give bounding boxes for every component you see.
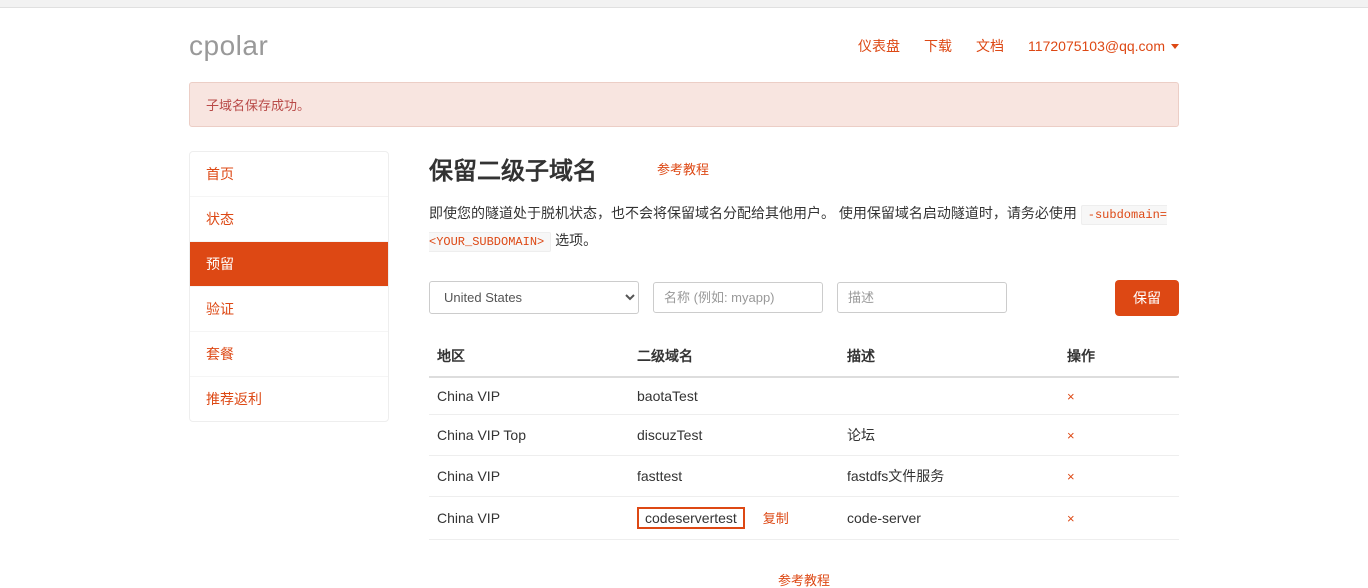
- delete-button[interactable]: ×: [1067, 469, 1075, 484]
- th-region: 地区: [429, 336, 629, 377]
- delete-button[interactable]: ×: [1067, 428, 1075, 443]
- nav-user-menu[interactable]: 1172075103@qq.com: [1028, 36, 1179, 56]
- sidebar-item-verify[interactable]: 验证: [190, 287, 388, 332]
- cell-region: China VIP: [429, 496, 629, 539]
- cell-subdomain: baotaTest: [629, 377, 839, 415]
- delete-button[interactable]: ×: [1067, 389, 1075, 404]
- caret-down-icon: [1171, 44, 1179, 49]
- sidebar-item-plan[interactable]: 套餐: [190, 332, 388, 377]
- tutorial-link[interactable]: 参考教程: [657, 159, 709, 178]
- desc-pre: 即使您的隧道处于脱机状态，也不会将保留域名分配给其他用户。 使用保留域名启动隧道…: [429, 205, 1081, 221]
- brand-logo[interactable]: cpolar: [189, 30, 268, 62]
- table-row: China VIP fasttest fastdfs文件服务 ×: [429, 455, 1179, 496]
- reserve-button[interactable]: 保留: [1115, 280, 1179, 316]
- nav-dashboard[interactable]: 仪表盘: [858, 36, 900, 56]
- sidebar: 首页 状态 预留 验证 套餐 推荐返利: [189, 151, 389, 422]
- main-content: 保留二级子域名 参考教程 即使您的隧道处于脱机状态，也不会将保留域名分配给其他用…: [429, 151, 1179, 588]
- delete-button[interactable]: ×: [1067, 511, 1075, 526]
- page-description: 即使您的隧道处于脱机状态，也不会将保留域名分配给其他用户。 使用保留域名启动隧道…: [429, 200, 1179, 254]
- subdomain-name-input[interactable]: [653, 282, 823, 313]
- desc-post: 选项。: [551, 232, 597, 248]
- table-row: China VIP Top discuzTest 论坛 ×: [429, 414, 1179, 455]
- subdomain-desc-input[interactable]: [837, 282, 1007, 313]
- title-row: 保留二级子域名 参考教程: [429, 151, 1179, 186]
- nav-docs[interactable]: 文档: [976, 36, 1004, 56]
- sidebar-item-referral[interactable]: 推荐返利: [190, 377, 388, 421]
- cell-desc: [839, 377, 1059, 415]
- page-container: cpolar 仪表盘 下载 文档 1172075103@qq.com 子域名保存…: [189, 8, 1179, 588]
- reserved-table: 地区 二级域名 描述 操作 China VIP baotaTest × Chin…: [429, 336, 1179, 540]
- th-action: 操作: [1059, 336, 1179, 377]
- page-title: 保留二级子域名: [429, 151, 597, 186]
- table-header-row: 地区 二级域名 描述 操作: [429, 336, 1179, 377]
- region-select[interactable]: United States: [429, 281, 639, 314]
- header: cpolar 仪表盘 下载 文档 1172075103@qq.com: [189, 8, 1179, 82]
- nav-user-email: 1172075103@qq.com: [1028, 38, 1165, 54]
- cell-region: China VIP: [429, 455, 629, 496]
- success-alert: 子域名保存成功。: [189, 82, 1179, 127]
- copy-link[interactable]: 复制: [763, 511, 789, 526]
- th-subdomain: 二级域名: [629, 336, 839, 377]
- reserve-form: United States 保留: [429, 280, 1179, 316]
- sidebar-item-reserved[interactable]: 预留: [190, 242, 388, 287]
- cell-region: China VIP: [429, 377, 629, 415]
- cell-subdomain: fasttest: [629, 455, 839, 496]
- table-row: China VIP codeservertest 复制 code-server …: [429, 496, 1179, 539]
- table-row: China VIP baotaTest ×: [429, 377, 1179, 415]
- highlighted-subdomain: codeservertest: [637, 507, 745, 529]
- main-layout: 首页 状态 预留 验证 套餐 推荐返利 保留二级子域名 参考教程 即使您的隧道处…: [189, 151, 1179, 588]
- nav-download[interactable]: 下载: [924, 36, 952, 56]
- bottom-tutorial-link[interactable]: 参考教程: [429, 570, 1179, 588]
- cell-desc: 论坛: [839, 414, 1059, 455]
- top-nav: 仪表盘 下载 文档 1172075103@qq.com: [858, 36, 1179, 56]
- sidebar-item-home[interactable]: 首页: [190, 152, 388, 197]
- sidebar-item-status[interactable]: 状态: [190, 197, 388, 242]
- cell-subdomain: discuzTest: [629, 414, 839, 455]
- cell-subdomain: codeservertest 复制: [629, 496, 839, 539]
- cell-region: China VIP Top: [429, 414, 629, 455]
- th-desc: 描述: [839, 336, 1059, 377]
- cell-desc: code-server: [839, 496, 1059, 539]
- window-topbar: [0, 0, 1368, 8]
- cell-desc: fastdfs文件服务: [839, 455, 1059, 496]
